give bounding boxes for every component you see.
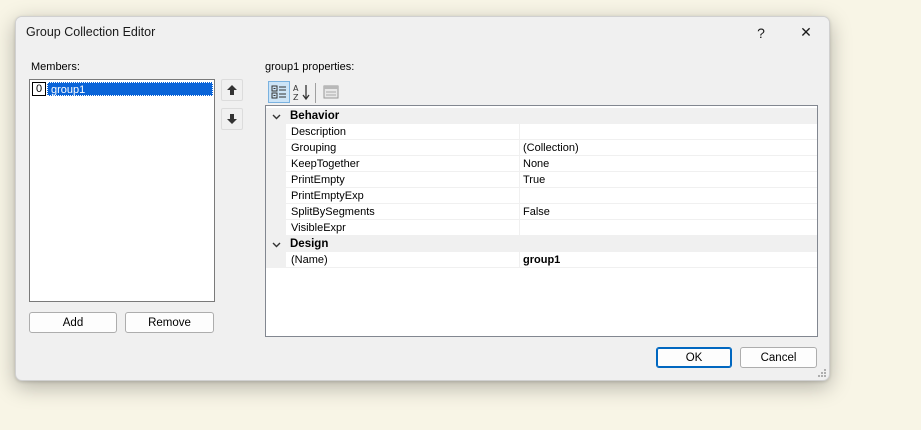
property-value[interactable]: None xyxy=(520,156,817,172)
property-row[interactable]: VisibleExpr xyxy=(266,220,817,236)
close-icon: ✕ xyxy=(800,24,812,40)
member-name: group1 xyxy=(47,82,213,96)
sort-alphabetical-icon: A Z xyxy=(293,84,310,101)
property-value[interactable]: False xyxy=(520,204,817,220)
property-pages-icon xyxy=(323,85,339,99)
ok-button[interactable]: OK xyxy=(656,347,732,368)
property-name: Grouping xyxy=(266,140,520,156)
dialog-title: Group Collection Editor xyxy=(26,25,156,39)
property-value[interactable]: True xyxy=(520,172,817,188)
property-name: SplitBySegments xyxy=(266,204,520,220)
chevron-down-icon[interactable] xyxy=(266,236,286,252)
property-name: PrintEmpty xyxy=(266,172,520,188)
property-name: Description xyxy=(266,124,520,140)
arrow-up-icon xyxy=(227,85,237,95)
close-button[interactable]: ✕ xyxy=(783,17,829,48)
property-value[interactable]: (Collection) xyxy=(520,140,817,156)
members-label: Members: xyxy=(31,61,80,73)
category-design[interactable]: Design xyxy=(266,236,817,252)
remove-button[interactable]: Remove xyxy=(125,312,214,333)
help-button[interactable]: ? xyxy=(738,17,784,48)
categorized-button[interactable] xyxy=(268,81,290,103)
help-icon: ? xyxy=(757,24,765,41)
properties-label: group1 properties: xyxy=(265,61,355,73)
property-value[interactable] xyxy=(520,188,817,204)
resize-grip-icon[interactable] xyxy=(817,368,827,378)
property-value[interactable]: group1 xyxy=(520,252,817,268)
category-behavior[interactable]: Behavior xyxy=(266,108,817,124)
chevron-down-icon[interactable] xyxy=(266,108,286,124)
title-bar: Group Collection Editor ? ✕ xyxy=(16,17,829,48)
property-name: PrintEmptyExp xyxy=(266,188,520,204)
property-name: (Name) xyxy=(266,252,520,268)
cancel-button[interactable]: Cancel xyxy=(740,347,817,368)
property-name: KeepTogether xyxy=(266,156,520,172)
svg-text:Z: Z xyxy=(293,93,299,101)
move-down-button[interactable] xyxy=(221,108,243,130)
arrow-down-icon xyxy=(227,114,237,124)
property-row[interactable]: PrintEmpty True xyxy=(266,172,817,188)
property-row[interactable]: (Name) group1 xyxy=(266,252,817,268)
toolbar-separator xyxy=(315,83,316,103)
svg-text:A: A xyxy=(293,84,299,93)
add-button[interactable]: Add xyxy=(29,312,117,333)
property-row[interactable]: Grouping (Collection) xyxy=(266,140,817,156)
property-pages-button[interactable] xyxy=(320,81,342,103)
category-label: Behavior xyxy=(290,110,340,122)
alphabetical-button[interactable]: A Z xyxy=(291,81,313,103)
category-label: Design xyxy=(290,238,329,250)
categorized-icon xyxy=(271,85,286,99)
move-up-button[interactable] xyxy=(221,79,243,101)
property-value[interactable] xyxy=(520,124,817,140)
members-list[interactable]: 0 group1 xyxy=(29,79,215,302)
property-row[interactable]: PrintEmptyExp xyxy=(266,188,817,204)
group-collection-editor-dialog: Group Collection Editor ? ✕ Members: 0 g… xyxy=(15,16,830,381)
property-row[interactable]: Description xyxy=(266,124,817,140)
property-grid[interactable]: Behavior Description Grouping (Collectio… xyxy=(265,105,818,337)
property-value[interactable] xyxy=(520,220,817,236)
list-item[interactable]: 0 group1 xyxy=(32,82,213,96)
property-row[interactable]: SplitBySegments False xyxy=(266,204,817,220)
member-index: 0 xyxy=(32,82,46,96)
property-row[interactable]: KeepTogether None xyxy=(266,156,817,172)
property-name: VisibleExpr xyxy=(266,220,520,236)
